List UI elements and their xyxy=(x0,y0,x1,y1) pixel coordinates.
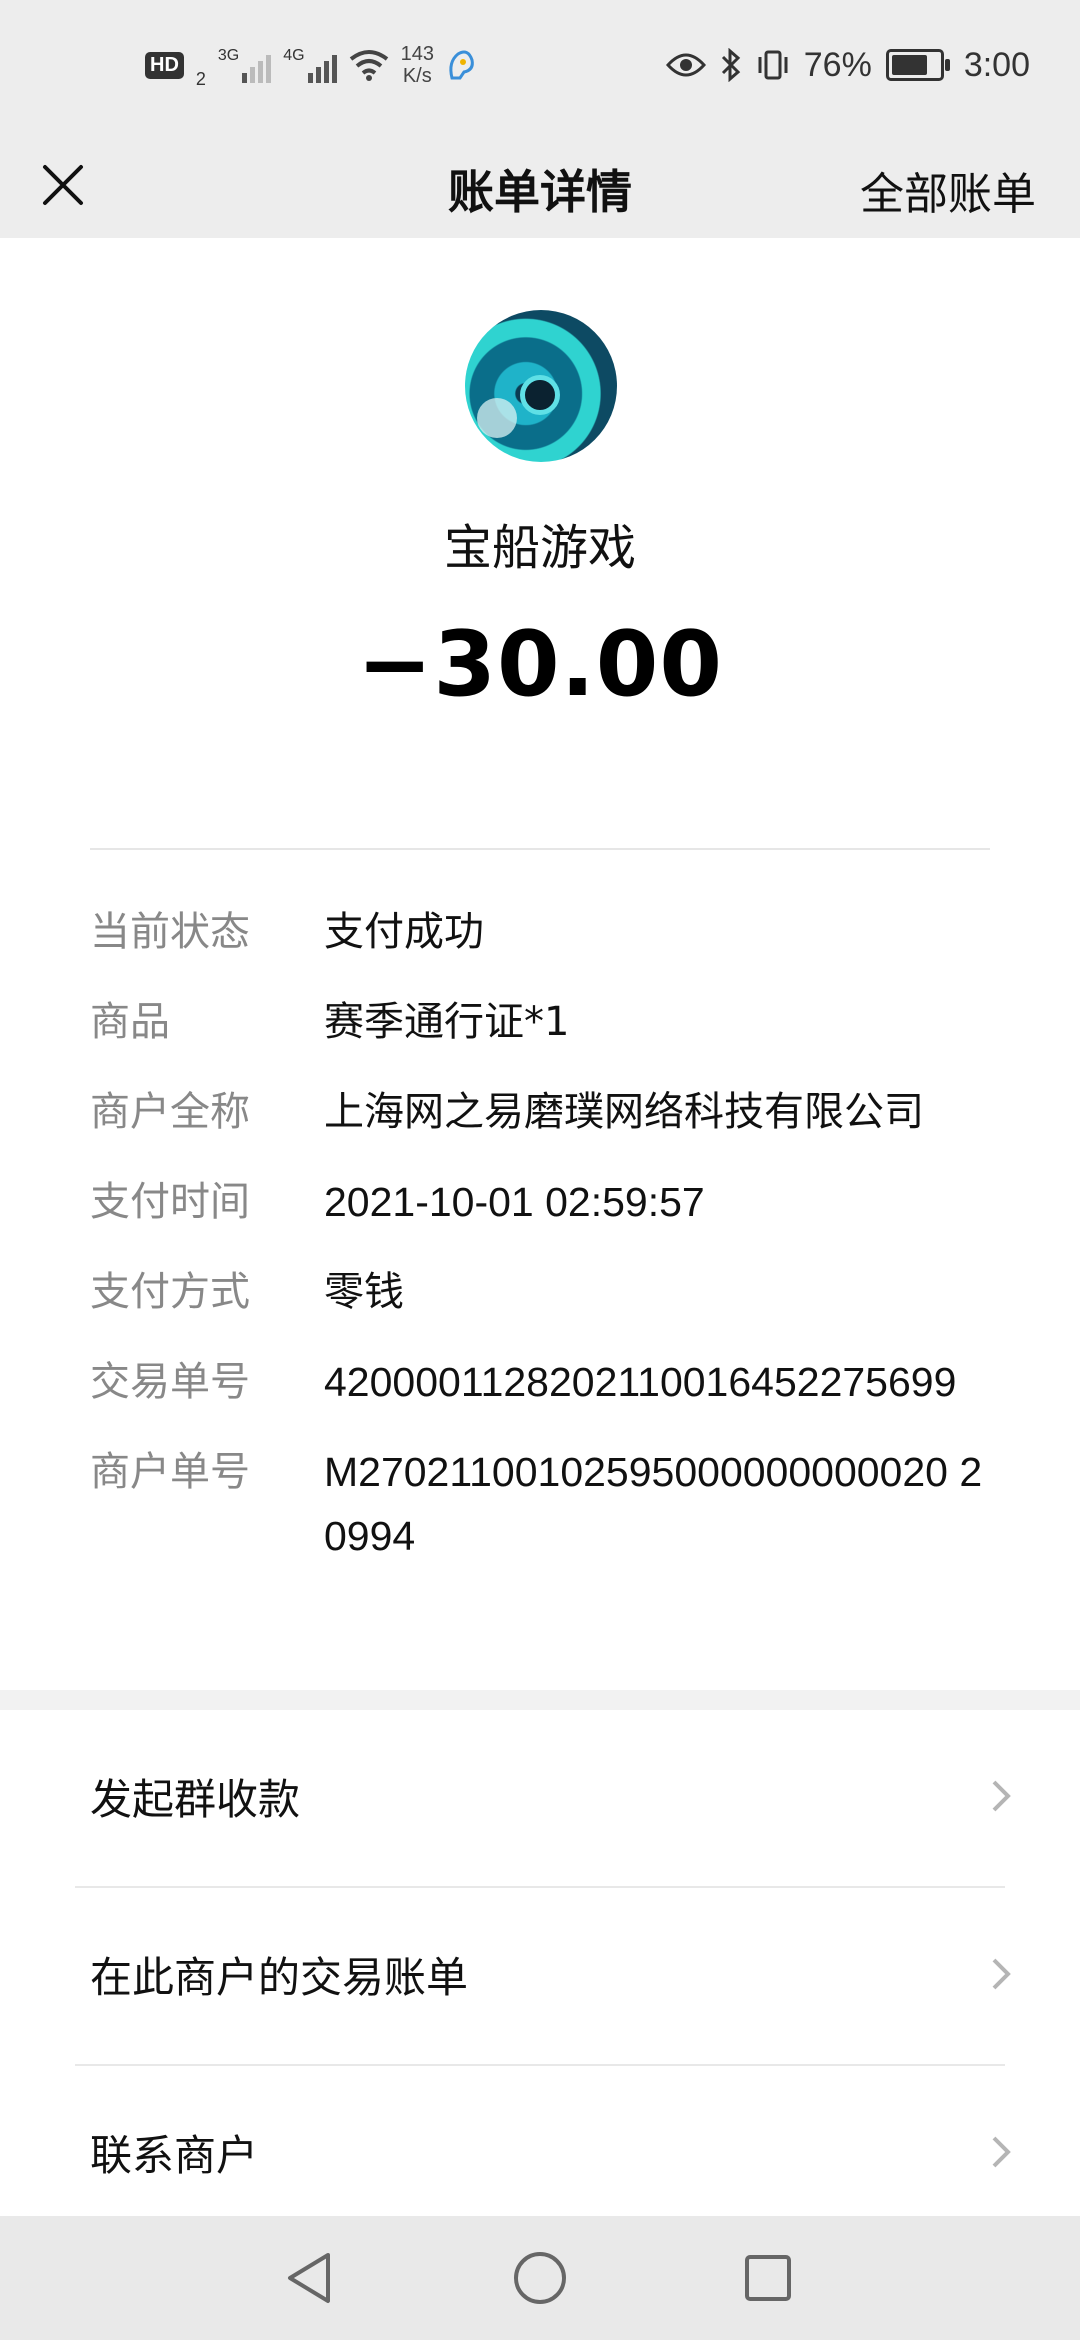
detail-label: 商户单号 xyxy=(90,1449,250,1495)
menu-item-merchant-bills[interactable]: 在此商户的交易账单 xyxy=(0,1888,1080,2066)
all-bills-link[interactable]: 全部账单 xyxy=(860,158,1036,222)
back-triangle-icon xyxy=(288,2253,330,2303)
detail-row-status: 当前状态 支付成功 xyxy=(90,910,1010,955)
status-bar: HD 2 3G 4G 143 K/s 76% 3:00 xyxy=(0,0,1080,132)
clock: 3:00 xyxy=(963,45,1030,84)
action-list: 发起群收款 在此商户的交易账单 联系商户 xyxy=(0,1710,1080,2244)
section-gap xyxy=(0,1690,1080,1710)
detail-value: 2021-10-01 02:59:57 xyxy=(324,1179,705,1225)
detail-label: 支付时间 xyxy=(90,1179,250,1225)
detail-value: 支付成功 xyxy=(324,909,484,955)
close-button[interactable] xyxy=(28,150,98,220)
battery-icon xyxy=(885,49,950,81)
app-header: 账单详情 全部账单 xyxy=(0,132,1080,238)
merchant-avatar xyxy=(465,310,617,462)
battery-percent: 76% xyxy=(803,45,872,84)
chevron-right-icon xyxy=(992,1780,1011,1812)
hd-voice-badge: HD xyxy=(145,51,184,79)
sim-slot-label: 2 xyxy=(195,69,206,89)
eye-comfort-icon xyxy=(665,53,706,77)
close-icon xyxy=(43,165,83,205)
detail-list: 当前状态 支付成功 商品 赛季通行证*1 商户全称 上海网之易磨璞网络科技有限公… xyxy=(90,910,1010,1613)
detail-value: 赛季通行证*1 xyxy=(324,999,570,1045)
chevron-right-icon xyxy=(992,1958,1011,1990)
detail-label: 支付方式 xyxy=(90,1269,250,1315)
bluetooth-icon xyxy=(721,48,740,82)
divider xyxy=(90,848,990,850)
chevron-right-icon xyxy=(992,2136,1011,2168)
menu-item-group-collect[interactable]: 发起群收款 xyxy=(0,1710,1080,1888)
signal-4g-icon: 4G xyxy=(283,47,337,83)
detail-row-product: 商品 赛季通行证*1 xyxy=(90,1000,1010,1045)
nav-back-button[interactable] xyxy=(279,2248,339,2308)
nav-home-button[interactable] xyxy=(510,2248,570,2308)
system-nav-bar xyxy=(0,2216,1080,2340)
detail-label: 商户全称 xyxy=(90,1089,250,1135)
vibrate-icon xyxy=(758,50,788,80)
merchant-name: 宝船游戏 xyxy=(443,520,636,576)
wifi-icon xyxy=(349,50,388,81)
status-left: HD 2 3G 4G 143 K/s xyxy=(145,40,476,90)
detail-label: 交易单号 xyxy=(90,1359,250,1405)
detail-value: 4200001128202110016452275699 xyxy=(324,1359,957,1405)
network-speed: 143 K/s xyxy=(400,43,434,87)
nav-recents-button[interactable] xyxy=(738,2248,798,2308)
transaction-amount: −30.00 xyxy=(356,612,724,717)
menu-item-label: 在此商户的交易账单 xyxy=(90,1953,469,2002)
detail-row-payment-method: 支付方式 零钱 xyxy=(90,1270,1010,1315)
detail-row-merchant-full-name: 商户全称 上海网之易磨璞网络科技有限公司 xyxy=(90,1090,1010,1135)
recents-square-icon xyxy=(745,2255,791,2301)
detail-value: 上海网之易磨璞网络科技有限公司 xyxy=(324,1089,924,1135)
home-circle-icon xyxy=(514,2252,566,2304)
status-right: 76% 3:00 xyxy=(665,40,1030,90)
detail-row-payment-time: 支付时间 2021-10-01 02:59:57 xyxy=(90,1180,1010,1225)
detail-label: 当前状态 xyxy=(90,909,250,955)
detail-value: M27021100102595000000000020 20994 xyxy=(324,1449,983,1559)
detail-row-transaction-id: 交易单号 4200001128202110016452275699 xyxy=(90,1360,1010,1405)
detail-row-merchant-order-id: 商户单号 M27021100102595000000000020 20994 xyxy=(90,1449,1010,1568)
menu-item-label: 发起群收款 xyxy=(90,1775,301,1824)
detail-label: 商品 xyxy=(90,999,170,1045)
assistant-app-icon xyxy=(449,50,474,80)
signal-3g-icon: 3G xyxy=(218,47,272,83)
detail-value: 零钱 xyxy=(324,1269,404,1315)
menu-item-label: 联系商户 xyxy=(90,2131,259,2180)
